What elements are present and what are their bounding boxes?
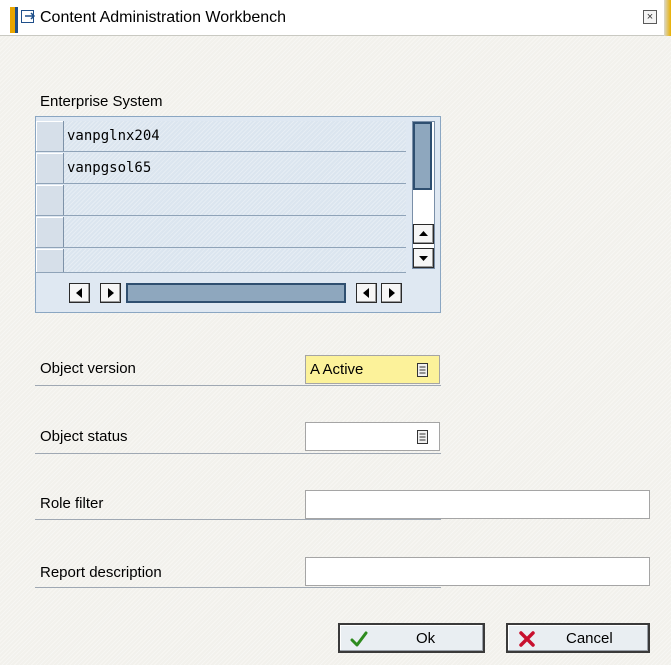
report-description-label: Report description xyxy=(40,564,162,581)
arrow-up-icon xyxy=(419,231,428,236)
field-divider xyxy=(35,587,441,588)
scroll-left-button[interactable] xyxy=(69,283,90,303)
dropdown-list-icon[interactable] xyxy=(416,362,430,378)
scroll-right-button[interactable] xyxy=(100,283,121,303)
ok-button[interactable]: Ok xyxy=(338,623,485,653)
table-cell[interactable] xyxy=(64,249,406,272)
table-row[interactable] xyxy=(36,249,406,273)
enterprise-system-table: vanpglnx204 vanpgsol65 xyxy=(35,116,441,313)
row-selector[interactable] xyxy=(36,249,64,272)
row-selector[interactable] xyxy=(36,217,64,247)
table-row[interactable]: vanpglnx204 xyxy=(36,121,406,152)
title-corner xyxy=(664,0,671,36)
arrow-left-icon xyxy=(363,288,369,298)
scroll-up-button[interactable] xyxy=(413,224,434,244)
arrow-right-icon xyxy=(108,288,114,298)
field-divider xyxy=(35,453,441,454)
object-version-dropdown[interactable]: A Active xyxy=(305,355,440,384)
object-status-label: Object status xyxy=(40,428,128,445)
row-selector[interactable] xyxy=(36,121,64,151)
close-icon: × xyxy=(646,11,654,23)
enterprise-system-label: Enterprise System xyxy=(40,93,163,110)
close-button[interactable]: × xyxy=(643,10,657,24)
arrow-left-icon xyxy=(76,288,82,298)
field-divider xyxy=(35,519,441,520)
scroll-thumb[interactable] xyxy=(413,122,432,190)
title-accent-secondary xyxy=(15,7,18,33)
horizontal-scroll-thumb[interactable] xyxy=(126,283,346,303)
ok-label: Ok xyxy=(416,630,436,647)
field-divider xyxy=(35,385,441,386)
table-row[interactable] xyxy=(36,217,406,248)
table-row[interactable] xyxy=(36,185,406,216)
table-cell[interactable] xyxy=(64,217,406,247)
table-row[interactable]: vanpgsol65 xyxy=(36,153,406,184)
cancel-label: Cancel xyxy=(566,630,613,647)
cross-icon xyxy=(518,631,536,647)
arrow-down-icon xyxy=(419,256,428,261)
report-description-input[interactable] xyxy=(305,557,650,586)
row-selector[interactable] xyxy=(36,153,64,183)
arrow-right-icon xyxy=(389,288,395,298)
row-selector[interactable] xyxy=(36,185,64,215)
dropdown-list-icon[interactable] xyxy=(416,429,430,445)
table-cell[interactable] xyxy=(64,185,406,215)
table-cell[interactable]: vanpglnx204 xyxy=(64,121,406,151)
check-icon xyxy=(350,631,368,647)
scroll-down-button[interactable] xyxy=(413,248,434,268)
cancel-button[interactable]: Cancel xyxy=(506,623,650,653)
role-filter-label: Role filter xyxy=(40,495,104,512)
vertical-scrollbar[interactable] xyxy=(412,121,435,269)
table-cell[interactable]: vanpgsol65 xyxy=(64,153,406,183)
window-title: Content Administration Workbench xyxy=(40,9,287,26)
window-icon xyxy=(21,10,38,25)
object-status-dropdown[interactable] xyxy=(305,422,440,451)
title-bar: Content Administration Workbench × xyxy=(0,0,671,36)
role-filter-input[interactable] xyxy=(305,490,650,519)
object-version-value: A Active xyxy=(310,361,364,378)
scroll-right-button-2[interactable] xyxy=(381,283,402,303)
scroll-left-button-2[interactable] xyxy=(356,283,377,303)
object-version-label: Object version xyxy=(40,360,136,377)
